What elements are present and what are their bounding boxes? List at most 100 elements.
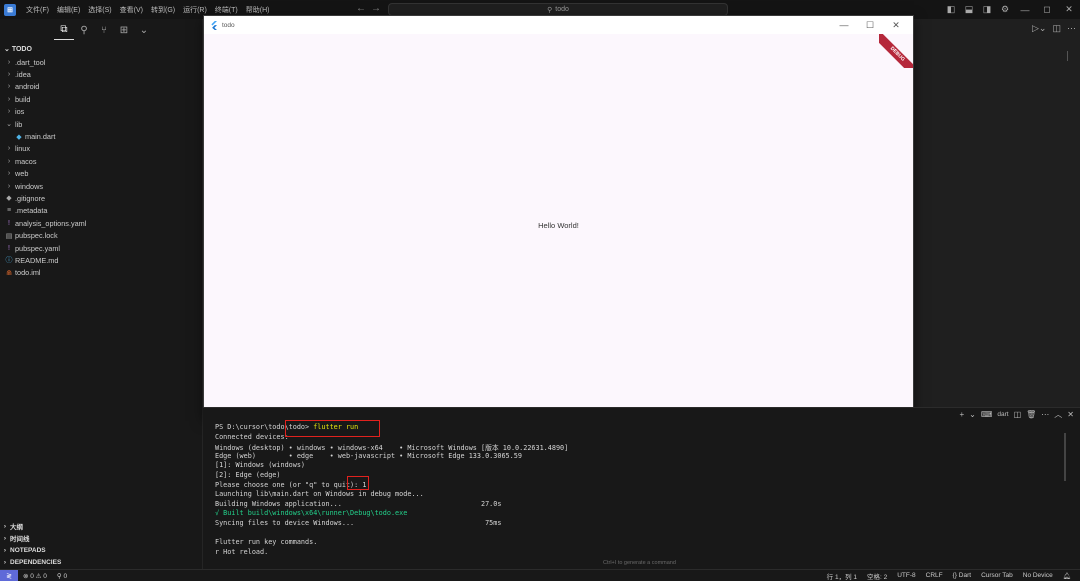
folder-item[interactable]: › build [0,93,202,105]
toggle-panel-icon[interactable]: ⬓ [962,3,976,17]
folder-item[interactable]: › macos [0,155,202,167]
device-selector[interactable]: No Device [1018,572,1058,579]
menu-item[interactable]: 终端(T) [211,5,242,15]
app-minimize-button[interactable]: — [831,20,857,30]
chevron-down-icon[interactable]: ⌄ [134,20,154,40]
minimize-button[interactable]: — [1014,5,1036,15]
explorer-icon[interactable]: ⧉ [54,20,74,40]
debug-banner-container: DEBUG [879,34,913,68]
search-icon[interactable]: ⚲ [74,20,94,40]
more-actions-icon[interactable]: ⋯ [1041,410,1049,419]
folder-item[interactable]: › .idea [0,68,202,80]
app-maximize-button[interactable]: ☐ [857,20,883,31]
menu-bar: 文件(F) 编辑(E) 选择(S) 查看(V) 转到(G) 运行(R) 终端(T) 帮助(H) [22,5,273,15]
menu-item[interactable]: 运行(R) [179,5,211,15]
terminal-line: Please choose one (or "q" to quit): 1 [215,480,367,489]
cursor-position[interactable]: 行 1，列 1 [822,571,862,581]
split-terminal-icon[interactable]: ◫ [1014,410,1022,419]
chevron-right-icon: › [3,546,7,554]
chevron-right-icon: › [7,108,11,116]
menu-item[interactable]: 查看(V) [116,5,147,15]
problems-indicator[interactable]: ⊗ 0 ⚠ 0 [18,572,52,580]
folder-item[interactable]: › .dart_tool [0,56,202,68]
menu-item[interactable]: 选择(S) [84,5,115,15]
file-item[interactable]: ≡ .metadata [0,205,202,217]
menu-item[interactable]: 编辑(E) [53,5,84,15]
file-item[interactable]: ! analysis_options.yaml [0,217,202,229]
flutter-logo-icon [211,20,217,30]
app-logo: ⊞ [4,3,16,16]
menu-item[interactable]: 转到(G) [147,5,179,15]
notifications-bell-icon[interactable]: 🔔︎ [1058,572,1076,580]
forward-arrow-icon[interactable]: → [371,3,381,14]
extensions-icon[interactable]: ⊞ [114,20,134,40]
chevron-down-icon[interactable]: ⌄ [969,410,976,419]
close-panel-icon[interactable]: ✕ [1067,410,1074,419]
file-type-icon: ◆ [16,133,22,141]
terminal[interactable]: PS D:\cursor\todo\todo> flutter run Conne… [203,420,1080,569]
line-ending[interactable]: CRLF [921,572,948,579]
maximize-button[interactable]: ◻ [1036,4,1058,15]
chevron-right-icon: › [3,558,7,566]
run-icon[interactable]: ▷⌄ [1032,23,1046,34]
file-item[interactable]: ◆ .gitignore [0,192,202,204]
file-item[interactable]: ⋒ todo.iml [0,267,202,279]
toggle-secondary-sidebar-icon[interactable]: ◨ [980,3,994,17]
notepads-section[interactable]: › NOTEPADS [0,544,203,556]
debug-banner: DEBUG [879,34,913,68]
terminal-name[interactable]: dart [997,411,1008,418]
folder-item[interactable]: › android [0,81,202,93]
split-editor-icon[interactable]: ◫ [1052,23,1061,34]
folder-item[interactable]: › ios [0,106,202,118]
menu-item[interactable]: 帮助(H) [242,5,274,15]
file-item[interactable]: ⓘ README.md [0,254,202,266]
file-type-icon: ! [8,244,10,252]
close-button[interactable]: ✕ [1058,4,1080,15]
outline-section[interactable]: › 大纲 [0,520,203,532]
chevron-right-icon: › [7,58,11,66]
file-item[interactable]: ! pubspec.yaml [0,242,202,254]
folder-item[interactable]: › linux [0,143,202,155]
back-arrow-icon[interactable]: ← [356,3,366,14]
highlight-box-command [285,420,380,437]
ports-indicator[interactable]: ⚲ 0 [52,572,72,580]
file-item[interactable]: ◆ main.dart [0,130,202,142]
maximize-panel-icon[interactable]: ︿ [1054,409,1062,420]
app-window-title: todo [222,21,235,29]
new-terminal-button[interactable]: + [959,410,964,419]
folder-item[interactable]: › windows [0,180,202,192]
trash-icon[interactable]: 🗑 [1026,410,1036,419]
remote-indicator-icon[interactable]: ≷ [0,569,18,581]
indentation[interactable]: 空格: 2 [862,571,892,581]
more-actions-icon[interactable]: ⋯ [1067,23,1076,34]
menu-item[interactable]: 文件(F) [22,5,53,15]
dependencies-section[interactable]: › DEPENDENCIES [0,556,203,568]
chevron-right-icon: › [3,522,7,530]
tree-item-label: linux [15,144,31,154]
folder-item[interactable]: ⌄ lib [0,118,202,130]
tree-item-label: .idea [15,70,31,80]
language-mode[interactable]: {} Dart [948,572,976,579]
terminal-line: Syncing files to device Windows... 75ms [215,518,502,527]
source-control-icon[interactable]: ⑂ [94,20,114,40]
chevron-right-icon: › [7,71,11,79]
folder-item[interactable]: › web [0,168,202,180]
timeline-section[interactable]: › 时间线 [0,532,203,544]
section-label: NOTEPADS [10,546,46,554]
sidebar-tabs: ⧉ ⚲ ⑂ ⊞ ⌄ [0,19,202,41]
chevron-right-icon: › [7,95,11,103]
app-close-button[interactable]: ✕ [883,20,909,31]
file-type-icon: ⋒ [6,269,12,277]
cursor-tab[interactable]: Cursor Tab [976,572,1018,579]
terminal-line: Flutter run key commands. [215,538,318,547]
toggle-sidebar-icon[interactable]: ◧ [944,3,958,17]
section-label: DEPENDENCIES [10,558,62,566]
encoding[interactable]: UTF-8 [892,572,920,579]
file-item[interactable]: ▤ pubspec.lock [0,229,202,241]
tree-item-label: .metadata [15,206,48,216]
chevron-down-icon: ⌄ [4,46,12,53]
panel-actions: + ⌄ ⌨ dart ◫ 🗑 ⋯ ︿ ✕ [959,409,1074,420]
explorer-root[interactable]: ⌄ TODO [0,42,202,56]
terminal-scrollbar[interactable] [1064,433,1066,481]
settings-gear-icon[interactable]: ⚙ [998,3,1012,17]
